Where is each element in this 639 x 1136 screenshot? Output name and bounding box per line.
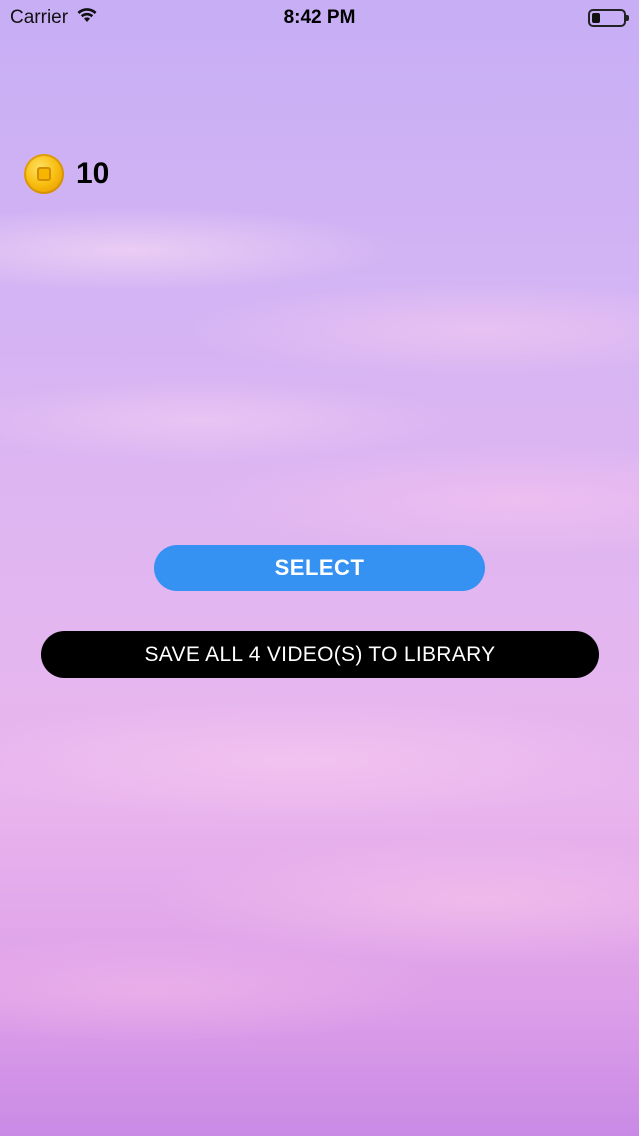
save-all-videos-button[interactable]: SAVE ALL 4 VIDEO(S) TO LIBRARY: [41, 631, 599, 678]
coin-icon: [24, 154, 64, 194]
status-left: Carrier: [10, 7, 98, 29]
battery-level: [592, 13, 600, 23]
status-bar: Carrier: [0, 0, 639, 36]
wifi-icon: [76, 7, 98, 29]
coin-balance: 10: [24, 154, 109, 194]
coin-count: 10: [76, 157, 110, 190]
select-button[interactable]: SELECT: [154, 545, 485, 591]
carrier-label: Carrier: [10, 7, 69, 28]
battery-icon: [588, 9, 629, 27]
